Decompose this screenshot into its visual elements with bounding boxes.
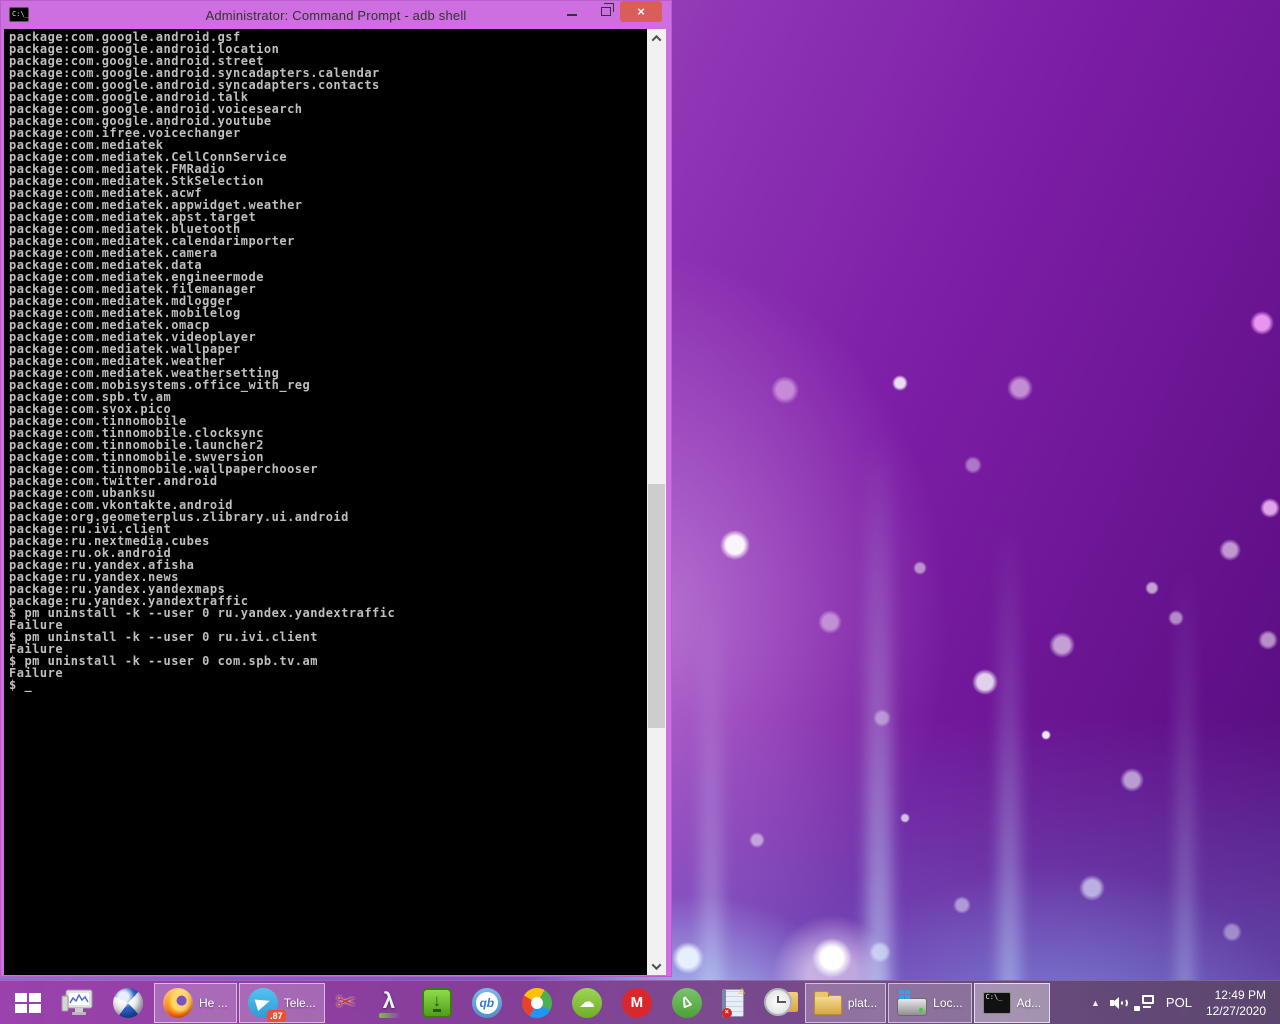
volume-icon[interactable] xyxy=(1109,994,1130,1012)
taskbar-item-performance-monitor[interactable] xyxy=(52,983,102,1023)
minimize-button[interactable] xyxy=(557,1,587,22)
disk-window-label: Loc... xyxy=(933,995,963,1010)
mega-icon: M xyxy=(621,987,652,1018)
folder-window-label: plat... xyxy=(847,995,878,1010)
pinwheel-icon xyxy=(521,987,552,1018)
minimize-icon xyxy=(567,13,577,16)
windows-logo-icon xyxy=(15,992,41,1013)
lambda-icon: λ xyxy=(376,988,402,1018)
light-beam xyxy=(998,520,1020,1024)
system-tray: ▲ POL 12:49 PM 12/27/2020 xyxy=(1085,987,1274,1019)
notebook-warning-icon: ⚠ × xyxy=(721,985,746,1018)
firefox-icon xyxy=(163,987,193,1018)
scrollbar-thumb[interactable] xyxy=(648,484,665,728)
restore-icon xyxy=(601,3,614,16)
chevron-up-icon xyxy=(651,34,662,45)
taskbar-item-contacts-warning[interactable]: ⚠ × xyxy=(713,983,753,1023)
taskbar-item-globe-browser[interactable] xyxy=(104,983,152,1023)
qbittorrent-icon: qb xyxy=(471,987,502,1018)
globe-browser-icon xyxy=(113,987,143,1018)
taskbar: He ... .87 Tele... ✂ λ ↓ qb ☁ M ∆ ⚠ × pl… xyxy=(0,980,1280,1024)
terminal-line: Failure xyxy=(9,666,64,680)
start-button[interactable] xyxy=(6,983,50,1023)
taskbar-item-qbittorrent[interactable]: qb xyxy=(463,983,511,1023)
taskbar-item-snipping-tool[interactable]: ✂ xyxy=(327,983,365,1023)
show-hidden-icons-button[interactable]: ▲ xyxy=(1085,998,1106,1008)
network-icon[interactable] xyxy=(1133,994,1154,1012)
close-button[interactable]: × xyxy=(620,1,662,22)
telegram-icon: .87 xyxy=(247,987,286,1022)
telegram-unread-badge: .87 xyxy=(267,1009,286,1022)
terminal-scrollbar[interactable] xyxy=(647,29,666,975)
taskbar-item-mega[interactable]: M xyxy=(613,983,661,1023)
language-indicator[interactable]: POL xyxy=(1158,995,1200,1010)
taskbar-item-send-app[interactable]: ∆ xyxy=(663,983,711,1023)
terminal-output[interactable]: package:com.google.android.gsf package:co… xyxy=(4,29,647,975)
error-badge-icon: × xyxy=(721,1007,732,1018)
taskbar-item-cloud-app[interactable]: ☁ xyxy=(563,983,611,1023)
telegram-window-label: Tele... xyxy=(283,995,316,1010)
taskbar-item-lambda-app[interactable]: λ xyxy=(367,983,411,1023)
scrollbar-down-button[interactable] xyxy=(647,957,666,975)
paper-plane-icon xyxy=(254,994,272,1011)
cmd-window-label: Ad... xyxy=(1016,995,1042,1010)
taskbar-item-local-disk[interactable]: Loc... xyxy=(888,982,972,1023)
minute-hand xyxy=(777,1000,786,1003)
triangle-send-icon: ∆ xyxy=(671,987,702,1018)
paint-stripe xyxy=(378,1012,399,1018)
light-beam xyxy=(700,600,722,1024)
download-arrow-icon: ↓ xyxy=(432,991,442,1012)
taskbar-clock[interactable]: 12:49 PM 12/27/2020 xyxy=(1204,987,1274,1019)
triangle-glyph: ∆ xyxy=(679,992,695,1012)
folder-icon xyxy=(813,991,842,1015)
scrollbar-up-button[interactable] xyxy=(647,29,666,47)
command-prompt-window: C:\_ Administrator: Command Prompt - adb… xyxy=(0,0,672,977)
taskbar-item-telegram[interactable]: .87 Tele... xyxy=(238,982,325,1023)
lambda-glyph: λ xyxy=(382,987,395,1013)
jdownloader-icon: ↓ xyxy=(421,987,452,1018)
terminal-line: $ pm uninstall -k --user 0 ru.ivi.client xyxy=(9,630,318,644)
light-beam xyxy=(1176,560,1194,1024)
tray-date: 12/27/2020 xyxy=(1205,1003,1266,1018)
terminal-line: $ pm uninstall -k --user 0 com.spb.tv.am xyxy=(9,654,318,668)
tray-time: 12:49 PM xyxy=(1214,987,1266,1002)
taskbar-item-explorer-folder[interactable]: plat... xyxy=(804,982,887,1023)
hard-drive-icon xyxy=(897,989,928,1016)
taskbar-item-command-prompt[interactable]: C:\_ Ad... xyxy=(973,982,1051,1023)
window-titlebar[interactable]: C:\_ Administrator: Command Prompt - adb… xyxy=(1,1,671,29)
windows-flag-icon xyxy=(899,989,911,999)
taskbar-item-firefox[interactable]: He ... xyxy=(154,982,237,1023)
restore-button[interactable] xyxy=(591,1,621,22)
taskbar-item-jdownloader[interactable]: ↓ xyxy=(413,983,461,1023)
drive-led xyxy=(919,1007,924,1012)
chevron-down-icon xyxy=(651,959,662,970)
cmd-taskbar-icon: C:\_ xyxy=(982,991,1011,1014)
analog-clock-icon xyxy=(763,987,798,1018)
terminal-line: $ _ xyxy=(9,678,33,692)
cloud-icon: ☁ xyxy=(571,987,602,1018)
firefox-window-label: He ... xyxy=(199,995,228,1010)
performance-monitor-icon xyxy=(61,989,93,1015)
light-beam xyxy=(866,430,892,1024)
taskbar-item-pinwheel-app[interactable] xyxy=(513,983,561,1023)
taskbar-item-clock-app[interactable] xyxy=(755,983,803,1023)
terminal-line: $ pm uninstall -k --user 0 ru.yandex.yan… xyxy=(9,606,396,620)
cmd-icon: C:\_ xyxy=(9,7,29,22)
warning-badge-icon: ⚠ xyxy=(737,985,746,996)
qb-glyph: qb xyxy=(475,991,498,1014)
scissors-icon: ✂ xyxy=(335,988,356,1016)
